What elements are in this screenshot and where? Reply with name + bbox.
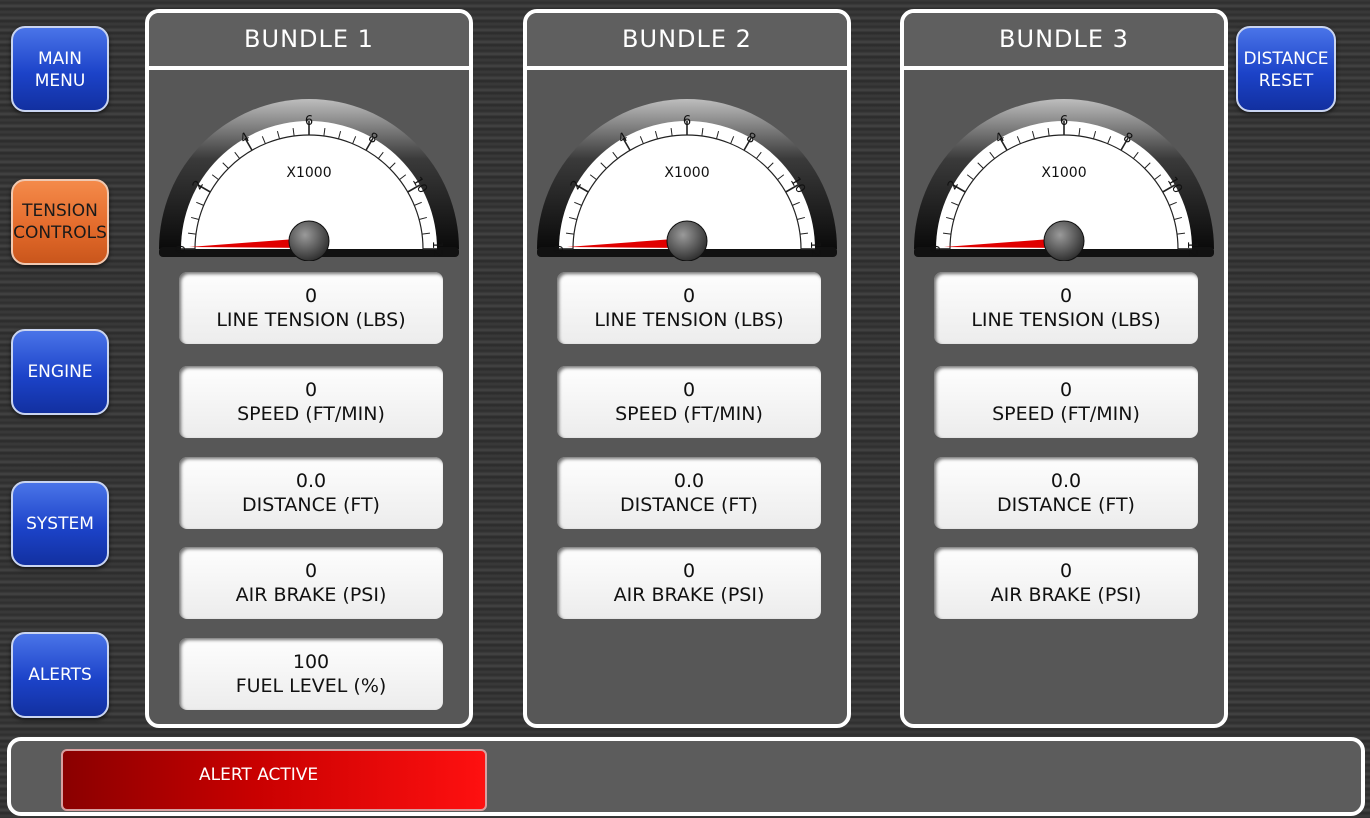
gauge-tick-label: 6: [1060, 114, 1068, 129]
distance-label: DISTANCE (FT): [242, 494, 380, 516]
engine-button[interactable]: ENGINE: [11, 329, 109, 415]
line-tension-readout: 0 LINE TENSION (LBS): [557, 272, 821, 344]
tension-gauge: 024681012X1000: [914, 99, 1214, 261]
status-bar: ALERT ACTIVE: [7, 737, 1365, 816]
speed-label: SPEED (FT/MIN): [237, 403, 385, 425]
line-tension-value: 0: [1059, 285, 1073, 307]
speed-value: 0: [1059, 379, 1073, 401]
gauge-tick-label: 6: [683, 114, 691, 129]
gauge-multiplier-label: X1000: [1041, 165, 1086, 181]
bundle-panel-2: BUNDLE 2 0 2 4 6 8 10 12 X1000 0 LINE TENSION (…: [523, 9, 851, 728]
speed-value: 0: [304, 379, 318, 401]
distance-readout: 0.0 DISTANCE (FT): [557, 457, 821, 529]
speed-value: 0: [682, 379, 696, 401]
distance-readout: 0.0 DISTANCE (FT): [179, 457, 443, 529]
main-menu-button[interactable]: MAIN MENU: [11, 26, 109, 112]
bundle-panel-3: BUNDLE 3 0 2 4 6 8 10 12 X1000 0 LINE TENSION (…: [900, 9, 1228, 728]
alert-active-indicator[interactable]: ALERT ACTIVE: [61, 749, 487, 811]
air-brake-value: 0: [304, 560, 318, 582]
bundle-panel-1: BUNDLE 1 0 2 4 6 8 10 12 X1000 0 LINE TENSION (…: [145, 9, 473, 728]
gauge-tick-label: 6: [305, 114, 313, 129]
speed-readout: 0 SPEED (FT/MIN): [557, 366, 821, 438]
bundle-title: BUNDLE 1: [149, 13, 469, 70]
speed-readout: 0 SPEED (FT/MIN): [179, 366, 443, 438]
gauge-tick-label: 12: [807, 241, 822, 258]
gauge-tick-label: 0: [552, 245, 567, 253]
gauge-hub: [1043, 220, 1085, 261]
distance-reset-button[interactable]: DISTANCE RESET: [1236, 26, 1336, 112]
gauge-tick-label: 0: [929, 245, 944, 253]
gauge-tick-label: 0: [174, 245, 189, 253]
system-button[interactable]: SYSTEM: [11, 481, 109, 567]
distance-value: 0.0: [295, 470, 327, 492]
alerts-button[interactable]: ALERTS: [11, 632, 109, 718]
gauge-tick-label: 12: [429, 241, 444, 258]
air-brake-label: AIR BRAKE (PSI): [235, 584, 387, 606]
line-tension-readout: 0 LINE TENSION (LBS): [179, 272, 443, 344]
air-brake-readout: 0 AIR BRAKE (PSI): [557, 547, 821, 619]
distance-readout: 0.0 DISTANCE (FT): [934, 457, 1198, 529]
air-brake-value: 0: [682, 560, 696, 582]
bundle-title: BUNDLE 2: [527, 13, 847, 70]
gauge-tick-label: 12: [1184, 241, 1199, 258]
tension-gauge: 024681012X1000: [537, 99, 837, 261]
line-tension-label: LINE TENSION (LBS): [971, 309, 1161, 331]
speed-readout: 0 SPEED (FT/MIN): [934, 366, 1198, 438]
line-tension-value: 0: [304, 285, 318, 307]
distance-value: 0.0: [673, 470, 705, 492]
tension-gauge: 024681012X1000: [159, 99, 459, 261]
air-brake-label: AIR BRAKE (PSI): [613, 584, 765, 606]
distance-value: 0.0: [1050, 470, 1082, 492]
line-tension-label: LINE TENSION (LBS): [594, 309, 784, 331]
fuel-level-value: 100: [292, 651, 330, 673]
line-tension-readout: 0 LINE TENSION (LBS): [934, 272, 1198, 344]
air-brake-readout: 0 AIR BRAKE (PSI): [179, 547, 443, 619]
line-tension-value: 0: [682, 285, 696, 307]
speed-label: SPEED (FT/MIN): [615, 403, 763, 425]
distance-label: DISTANCE (FT): [997, 494, 1135, 516]
line-tension-label: LINE TENSION (LBS): [216, 309, 406, 331]
air-brake-label: AIR BRAKE (PSI): [990, 584, 1142, 606]
gauge-hub: [288, 220, 330, 261]
air-brake-value: 0: [1059, 560, 1073, 582]
air-brake-readout: 0 AIR BRAKE (PSI): [934, 547, 1198, 619]
gauge-multiplier-label: X1000: [664, 165, 709, 181]
fuel-level-label: FUEL LEVEL (%): [235, 675, 387, 697]
distance-label: DISTANCE (FT): [620, 494, 758, 516]
gauge-hub: [666, 220, 708, 261]
gauge-multiplier-label: X1000: [286, 165, 331, 181]
fuel-level-readout: 100 FUEL LEVEL (%): [179, 638, 443, 710]
speed-label: SPEED (FT/MIN): [992, 403, 1140, 425]
bundle-title: BUNDLE 3: [904, 13, 1224, 70]
tension-controls-button[interactable]: TENSION CONTROLS: [11, 179, 109, 265]
